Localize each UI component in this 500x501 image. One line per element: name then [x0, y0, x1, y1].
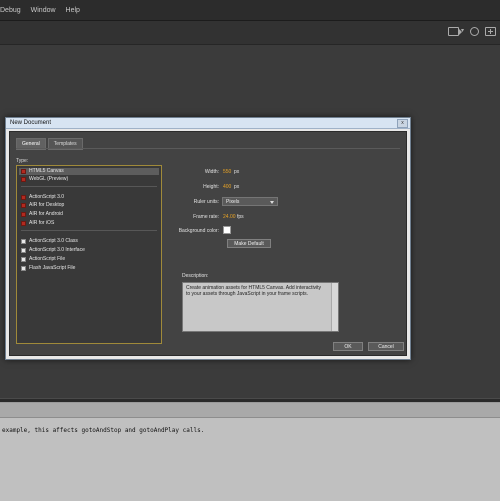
menu-debug[interactable]: Debug: [0, 7, 26, 14]
list-separator: [21, 230, 157, 231]
list-item-label: HTML5 Canvas: [29, 168, 64, 174]
air-android-icon: [21, 212, 26, 217]
ok-button[interactable]: OK: [333, 342, 363, 351]
menu-bar: Debug Window Help: [0, 0, 500, 21]
type-label: Type:: [16, 158, 29, 164]
tab-divider: [16, 148, 400, 149]
list-item-flash-js-file[interactable]: Flash JavaScript File: [19, 265, 159, 272]
list-item-air-ios[interactable]: AIR for iOS: [19, 220, 159, 227]
list-item-as3-class[interactable]: ActionScript 3.0 Class: [19, 238, 159, 245]
clip-content-icon[interactable]: [485, 27, 496, 36]
frame-rate-label: Frame rate:: [193, 214, 219, 220]
output-text: example, this affects gotoAndStop and go…: [2, 427, 205, 434]
file-icon: [21, 239, 26, 244]
list-item-air-android[interactable]: AIR for Android: [19, 211, 159, 218]
ruler-units-label: Ruler units:: [193, 199, 219, 205]
output-panel-header: [0, 403, 500, 418]
list-item-as3-interface[interactable]: ActionScript 3.0 Interface: [19, 247, 159, 254]
center-stage-icon[interactable]: [470, 27, 479, 36]
dialog-title: New Document: [10, 120, 52, 126]
html5-canvas-icon: [21, 169, 26, 174]
description-text: Create animation assets for HTML5 Canvas…: [186, 285, 322, 297]
list-item-air-desktop[interactable]: AIR for Desktop: [19, 202, 159, 209]
frame-rate-value[interactable]: 24.00: [223, 214, 236, 220]
width-label: Width:: [204, 169, 219, 175]
list-item-actionscript-3[interactable]: ActionScript 3.0: [19, 194, 159, 201]
height-value[interactable]: 400: [223, 184, 231, 190]
camera-icon[interactable]: [447, 27, 462, 36]
air-desktop-icon: [21, 203, 26, 208]
ruler-units-select[interactable]: Pixels: [222, 197, 278, 206]
new-document-dialog: New Document x General Templates Type: H…: [5, 117, 411, 360]
list-item-label: ActionScript File: [29, 256, 66, 262]
description-label: Description:: [182, 273, 209, 279]
menu-window[interactable]: Window: [26, 7, 61, 14]
list-item-label: Flash JavaScript File: [29, 265, 76, 271]
toolbar-icons: ▾: [447, 27, 496, 36]
list-item-label: WebGL (Preview): [29, 176, 69, 182]
list-item-label: AIR for Android: [29, 211, 63, 217]
list-item-label: AIR for Desktop: [29, 202, 65, 208]
list-item-label: ActionScript 3.0 Interface: [29, 247, 85, 253]
list-item-webgl[interactable]: WebGL (Preview): [19, 176, 159, 183]
menu-help[interactable]: Help: [61, 7, 85, 14]
list-item-label: AIR for iOS: [29, 220, 55, 226]
file-icon: [21, 257, 26, 262]
close-button[interactable]: x: [397, 119, 408, 128]
list-item-label: ActionScript 3.0 Class: [29, 238, 78, 244]
cancel-button[interactable]: Cancel: [368, 342, 404, 351]
list-item-label: ActionScript 3.0: [29, 194, 65, 200]
make-default-button[interactable]: Make Default: [227, 239, 271, 248]
list-item-actionscript-file[interactable]: ActionScript File: [19, 256, 159, 263]
background-color-label: Background color:: [178, 228, 219, 234]
chevron-down-icon: [270, 201, 274, 204]
ruler-units-value: Pixels: [226, 199, 240, 205]
list-separator: [21, 186, 157, 187]
file-icon: [21, 248, 26, 253]
file-icon: [21, 266, 26, 271]
description-box: Create animation assets for HTML5 Canvas…: [182, 282, 339, 332]
webgl-icon: [21, 177, 26, 182]
description-scrollbar[interactable]: [331, 283, 338, 331]
height-label: Height:: [203, 184, 219, 190]
list-item-html5-canvas[interactable]: HTML5 Canvas: [19, 168, 159, 175]
frame-rate-unit: fps: [237, 214, 244, 220]
width-value[interactable]: 550: [223, 169, 231, 175]
height-unit: px: [234, 184, 240, 190]
toolbar: ▾: [0, 21, 500, 45]
air-ios-icon: [21, 221, 26, 226]
background-color-swatch[interactable]: [223, 226, 231, 234]
dialog-title-bar: New Document x: [6, 118, 410, 129]
width-unit: px: [234, 169, 240, 175]
actionscript-icon: [21, 195, 26, 200]
output-panel: example, this affects gotoAndStop and go…: [0, 402, 500, 501]
document-type-list[interactable]: HTML5 Canvas WebGL (Preview) ActionScrip…: [16, 165, 162, 344]
